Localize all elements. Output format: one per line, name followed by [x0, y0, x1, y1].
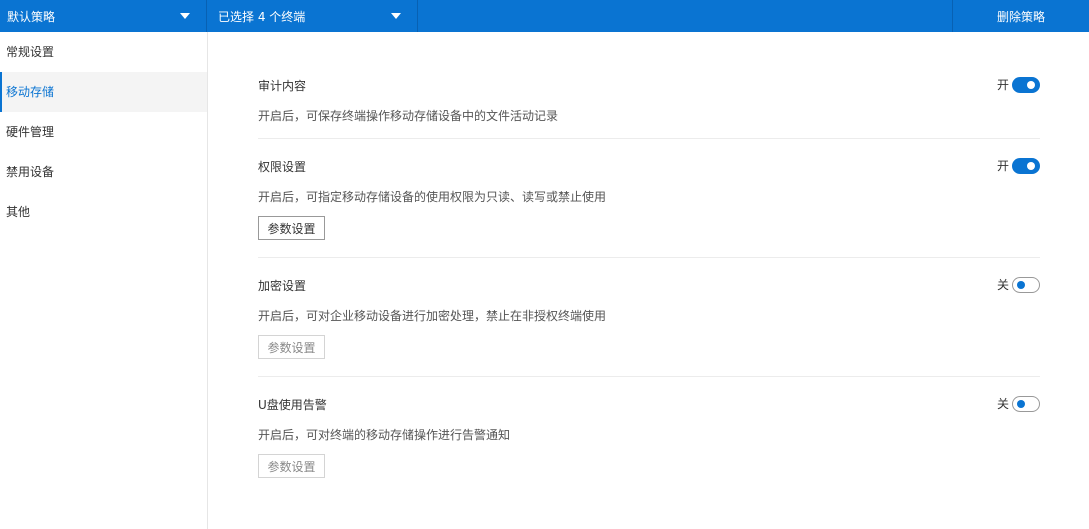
usb-alert-settings-button[interactable]: 参数设置 [258, 454, 325, 478]
section-description: 开启后，可对企业移动设备进行加密处理，禁止在非授权终端使用 [258, 309, 607, 323]
toggle-state-label: 开 [996, 78, 1009, 92]
encryption-toggle-group: 关 [997, 276, 1040, 293]
sidebar-item-general[interactable]: 常规设置 [0, 32, 207, 72]
audit-toggle-group: 开 [997, 76, 1040, 93]
sidebar-item-label: 其他 [6, 205, 31, 219]
sidebar-item-label: 禁用设备 [6, 165, 55, 179]
permission-toggle-group: 开 [997, 157, 1040, 174]
chevron-down-icon [391, 13, 401, 19]
encryption-toggle[interactable] [1012, 276, 1040, 293]
divider [258, 376, 1040, 377]
section-permission: 权限设置 开 开启后，可指定移动存储设备的使用权限为只读、读写或禁止使用 参数设… [258, 157, 1040, 258]
chevron-down-icon [180, 13, 190, 19]
sidebar-item-label: 移动存储 [6, 85, 55, 99]
section-audit: 审计内容 开 开启后，可保存终端操作移动存储设备中的文件活动记录 [258, 76, 1040, 139]
toggle-state-label: 开 [996, 159, 1009, 173]
encryption-settings-button[interactable]: 参数设置 [258, 335, 325, 359]
divider [258, 138, 1040, 139]
section-description: 开启后，可保存终端操作移动存储设备中的文件活动记录 [258, 109, 559, 123]
main-panel: 审计内容 开 开启后，可保存终端操作移动存储设备中的文件活动记录 权限设置 开 … [208, 32, 1089, 529]
delete-policy-button[interactable]: 删除策略 [952, 0, 1089, 32]
top-bar: 默认策略 已选择 4 个终端 删除策略 [0, 0, 1089, 32]
section-encryption: 加密设置 关 开启后，可对企业移动设备进行加密处理，禁止在非授权终端使用 参数设… [258, 276, 1040, 377]
section-title: 加密设置 [258, 279, 307, 293]
usb-alert-toggle[interactable] [1012, 395, 1040, 412]
sidebar-item-label: 常规设置 [6, 45, 55, 59]
section-title: 审计内容 [258, 79, 307, 93]
toggle-knob [1027, 161, 1035, 170]
toggle-knob [1017, 280, 1025, 289]
divider [258, 257, 1040, 258]
section-usb-alert: U盘使用告警 关 开启后，可对终端的移动存储操作进行告警通知 参数设置 [258, 395, 1040, 496]
sidebar-item-other[interactable]: 其他 [0, 192, 207, 232]
toggle-knob [1027, 80, 1035, 89]
section-title: 权限设置 [258, 160, 307, 174]
section-title: U盘使用告警 [258, 398, 327, 412]
usb-alert-toggle-group: 关 [997, 395, 1040, 412]
policy-select[interactable]: 默认策略 [0, 0, 207, 32]
sidebar-item-disabled-devices[interactable]: 禁用设备 [0, 152, 207, 192]
sidebar: 常规设置 移动存储 硬件管理 禁用设备 其他 [0, 32, 208, 529]
sidebar-item-removable-storage[interactable]: 移动存储 [0, 72, 207, 112]
permission-toggle[interactable] [1012, 157, 1040, 174]
toggle-state-label: 关 [996, 278, 1009, 292]
terminal-select[interactable]: 已选择 4 个终端 [207, 0, 418, 32]
toggle-knob [1017, 399, 1025, 408]
sidebar-item-label: 硬件管理 [6, 125, 55, 139]
sidebar-item-hardware[interactable]: 硬件管理 [0, 112, 207, 152]
section-description: 开启后，可指定移动存储设备的使用权限为只读、读写或禁止使用 [258, 190, 607, 204]
policy-select-label: 默认策略 [7, 9, 56, 24]
audit-toggle[interactable] [1012, 76, 1040, 93]
terminal-select-label: 已选择 4 个终端 [218, 9, 306, 24]
toggle-state-label: 关 [996, 397, 1009, 411]
permission-settings-button[interactable]: 参数设置 [258, 216, 325, 240]
section-description: 开启后，可对终端的移动存储操作进行告警通知 [258, 428, 511, 442]
